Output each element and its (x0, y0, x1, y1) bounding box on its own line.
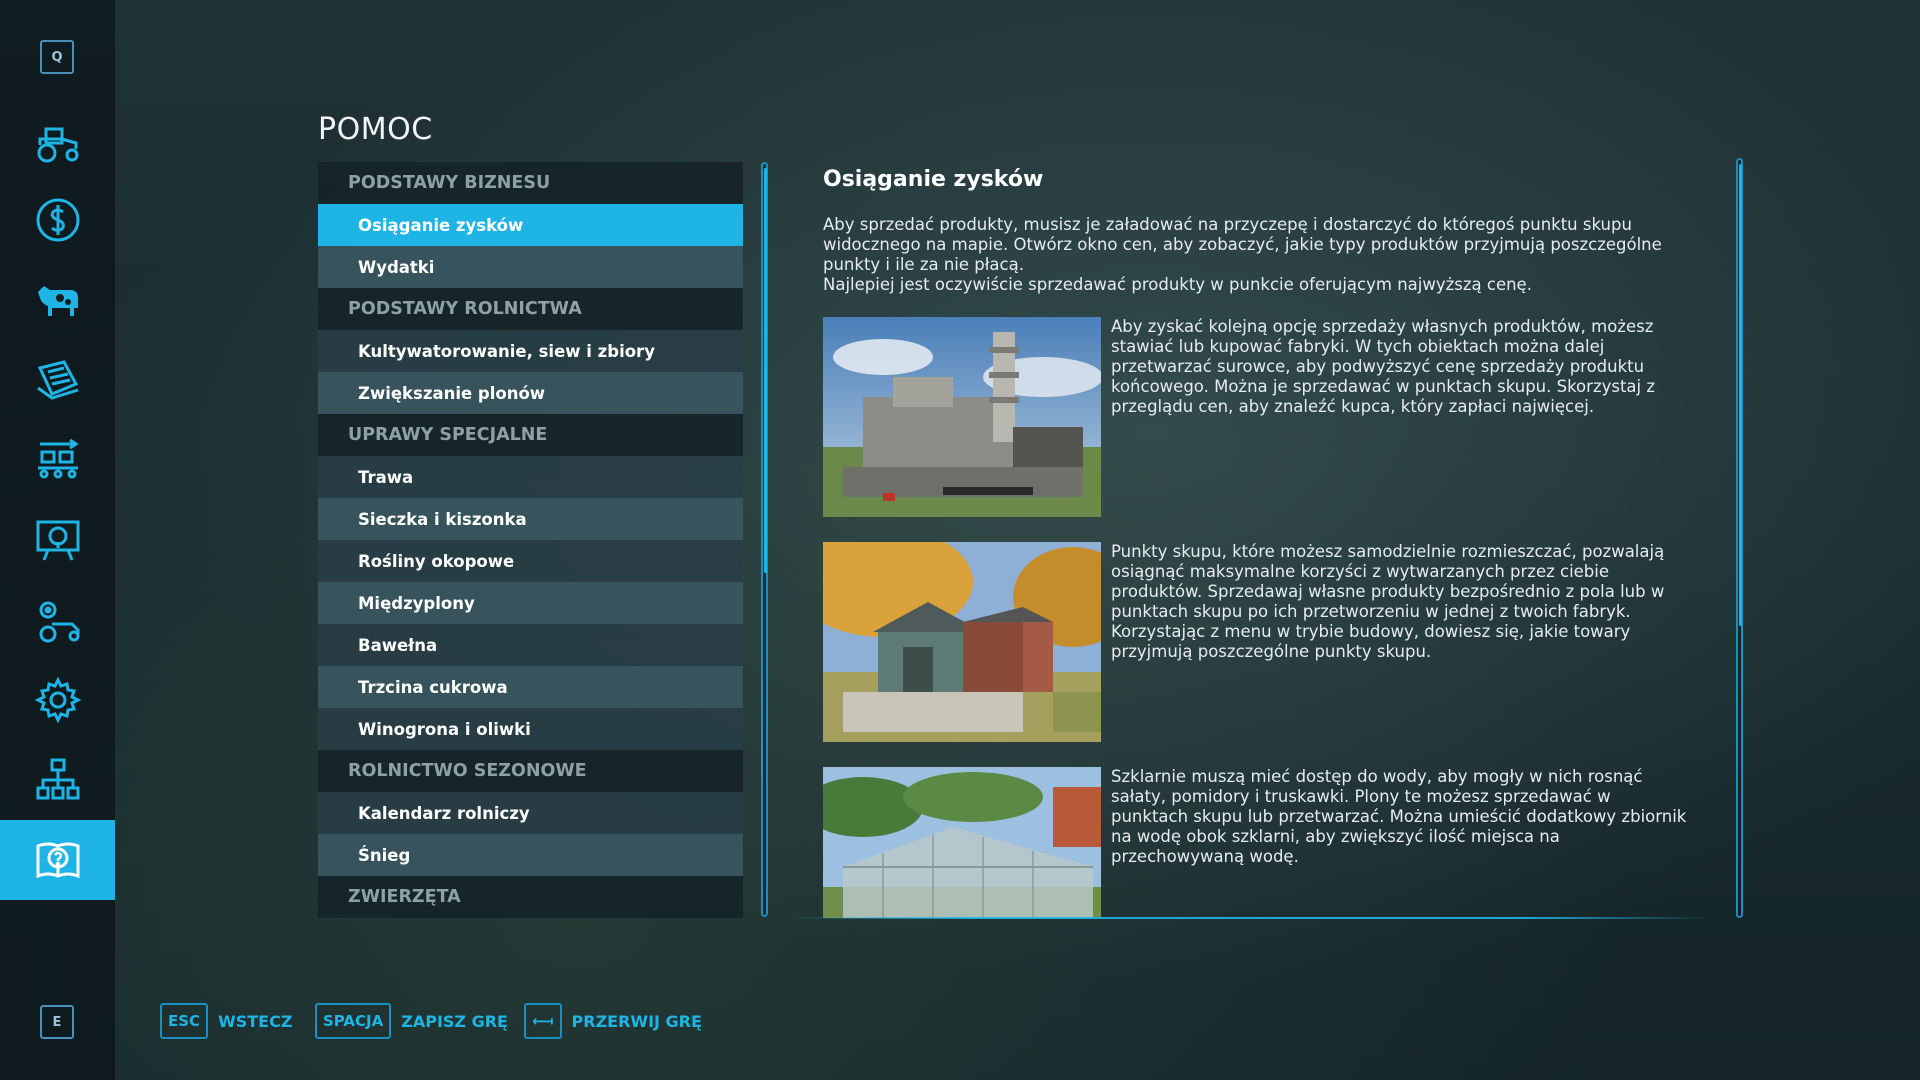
category-item[interactable]: Winogrona i oliwki (318, 708, 743, 750)
content-divider (790, 917, 1710, 919)
category-item-label: Trawa (358, 467, 414, 487)
help-book-icon[interactable] (0, 820, 115, 900)
content-intro-paragraph-2: Najlepiej jest oczywiście sprzedawać pro… (823, 275, 1532, 294)
help-content: Osiąganie zysków Aby sprzedać produkty, … (823, 162, 1723, 918)
entry-text: Szklarnie muszą mieć dostęp do wody, aby… (1111, 767, 1687, 866)
page-title: POMOC (318, 112, 433, 147)
category-scrollbar-thumb[interactable] (764, 168, 767, 573)
contracts-icon[interactable] (0, 340, 115, 420)
e-key-hint[interactable]: E (40, 1005, 74, 1039)
q-key-hint[interactable]: Q (40, 40, 74, 74)
entry-text: Punkty skupu, które możesz samodzielnie … (1111, 542, 1665, 661)
category-header[interactable]: ROLNICTWO SEZONOWE (318, 750, 743, 792)
category-item-label: Kultywatorowanie, siew i zbiory (358, 341, 655, 361)
content-scrollbar-thumb[interactable] (1739, 164, 1742, 626)
back-label: WSTECZ (218, 1011, 293, 1031)
save-game-button[interactable]: SPACJA ZAPISZ GRĘ (315, 1003, 508, 1039)
category-item-label: Zwiększanie plonów (358, 383, 546, 403)
entry-text: Aby zyskać kolejną opcję sprzedaży własn… (1111, 317, 1656, 416)
category-header-label: PODSTAWY ROLNICTWA (348, 299, 582, 319)
farm-shop-image (823, 542, 1101, 742)
category-item[interactable]: Zwiększanie plonów (318, 372, 743, 414)
help-category-list: PODSTAWY BIZNESU Osiąganie zysków Wydatki P… (318, 162, 743, 918)
content-title: Osiąganie zysków (823, 167, 1044, 192)
quit-game-label: PRZERWIJ GRĘ (571, 1011, 702, 1031)
tour-icon[interactable] (0, 500, 115, 580)
dollar-icon[interactable] (0, 180, 115, 260)
category-item[interactable]: Kalendarz rolniczy (318, 792, 743, 834)
backspace-key-icon: ⟻ (524, 1003, 562, 1039)
content-intro: Aby sprzedać produkty, musisz je załadow… (823, 215, 1683, 295)
back-button[interactable]: ESC WSTECZ (160, 1003, 292, 1039)
factory-image (823, 317, 1101, 517)
category-item[interactable]: Bawełna (318, 624, 743, 666)
esc-key: ESC (160, 1003, 209, 1039)
category-item[interactable]: Międzyplony (318, 582, 743, 624)
category-item[interactable]: Sieczka i kiszonka (318, 498, 743, 540)
category-item[interactable]: Trzcina cukrowa (318, 666, 743, 708)
category-item[interactable]: Kultywatorowanie, siew i zbiory (318, 330, 743, 372)
category-header-label: ZWIERZĘTA (348, 887, 461, 907)
category-item-label: Wydatki (358, 257, 435, 277)
category-item-label: Winogrona i oliwki (358, 719, 531, 739)
tractor-icon[interactable] (0, 103, 115, 183)
category-item[interactable]: Śnieg (318, 834, 743, 876)
category-item[interactable]: Rośliny okopowe (318, 540, 743, 582)
category-item[interactable]: Osiąganie zysków (318, 204, 743, 246)
help-entry: Punkty skupu, które możesz samodzielnie … (823, 542, 1703, 742)
save-game-label: ZAPISZ GRĘ (401, 1011, 508, 1031)
greenhouse-image (823, 767, 1101, 918)
category-item[interactable]: Wydatki (318, 246, 743, 288)
category-header[interactable]: PODSTAWY ROLNICTWA (318, 288, 743, 330)
cow-icon[interactable] (0, 260, 115, 340)
category-item-label: Międzyplony (358, 593, 475, 613)
category-header-label: ROLNICTWO SEZONOWE (348, 761, 587, 781)
category-header[interactable]: UPRAWY SPECJALNE (318, 414, 743, 456)
quit-game-button[interactable]: ⟻ PRZERWIJ GRĘ (524, 1003, 702, 1039)
content-scrollbar[interactable] (1736, 158, 1743, 918)
sidebar: Q E (0, 0, 115, 1080)
vehicle-settings-icon[interactable] (0, 580, 115, 660)
category-item-label: Sieczka i kiszonka (358, 509, 527, 529)
category-scrollbar[interactable] (761, 162, 768, 917)
category-header-label: PODSTAWY BIZNESU (348, 173, 551, 193)
category-header[interactable]: ZWIERZĘTA (318, 876, 743, 918)
network-icon[interactable] (0, 740, 115, 820)
category-item-label: Kalendarz rolniczy (358, 803, 530, 823)
production-icon[interactable] (0, 420, 115, 500)
content-intro-paragraph: Aby sprzedać produkty, musisz je załadow… (823, 215, 1662, 274)
help-entry: Aby zyskać kolejną opcję sprzedaży własn… (823, 317, 1703, 517)
gear-icon[interactable] (0, 660, 115, 740)
space-key: SPACJA (315, 1003, 392, 1039)
category-item-label: Osiąganie zysków (358, 215, 524, 235)
category-item-label: Bawełna (358, 635, 438, 655)
category-header[interactable]: PODSTAWY BIZNESU (318, 162, 743, 204)
category-header-label: UPRAWY SPECJALNE (348, 425, 548, 445)
help-entry: Szklarnie muszą mieć dostęp do wody, aby… (823, 767, 1703, 918)
category-item-label: Trzcina cukrowa (358, 677, 508, 697)
category-item[interactable]: Trawa (318, 456, 743, 498)
category-item-label: Rośliny okopowe (358, 551, 515, 571)
category-item-label: Śnieg (358, 845, 411, 865)
